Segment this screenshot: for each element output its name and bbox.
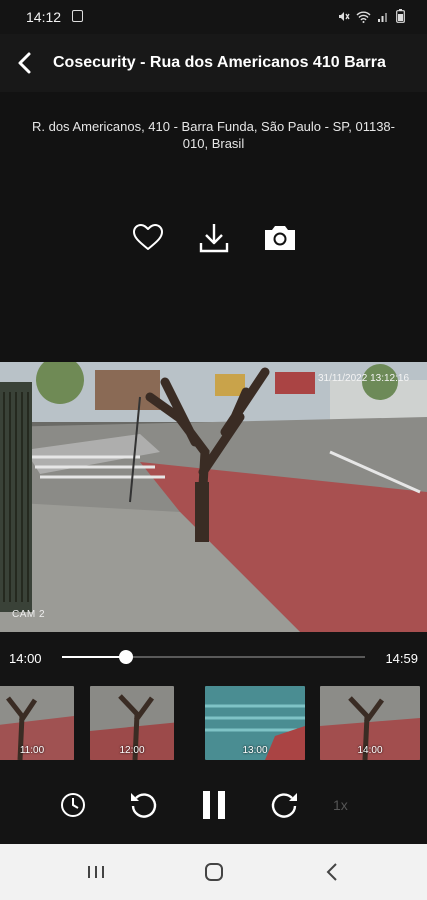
download-icon[interactable] [196, 220, 232, 256]
wifi-icon [356, 10, 371, 23]
video-player[interactable]: 31/11/2022 13:12:16 CAM 2 [0, 362, 427, 632]
status-icons [337, 9, 405, 23]
system-nav-bar [0, 844, 427, 900]
pause-icon[interactable] [197, 788, 231, 822]
page-title: Cosecurity - Rua dos Americanos 410 Barr… [53, 54, 386, 71]
mute-icon [337, 10, 350, 23]
timeline-start: 14:00 [9, 651, 42, 666]
camera-address: R. dos Americanos, 410 - Barra Funda, Sã… [31, 119, 395, 151]
back-icon[interactable] [320, 859, 346, 885]
seek-bar[interactable] [62, 650, 365, 664]
camera-actions [0, 220, 427, 256]
camera-icon[interactable] [262, 220, 298, 256]
video-frame [0, 362, 427, 632]
status-time: 14:12 [26, 9, 62, 25]
heart-icon[interactable] [130, 220, 166, 256]
recents-icon[interactable] [83, 859, 109, 885]
seek-bar-handle[interactable] [118, 650, 133, 664]
forward-icon[interactable] [268, 788, 302, 822]
battery-icon [396, 9, 405, 23]
timeline-end: 14:59 [385, 651, 418, 666]
thumbnail-label: 11:00 [19, 745, 45, 756]
thumbnail-13h[interactable]: 13:00 [205, 686, 305, 760]
status-bar: 14:12 [0, 0, 427, 34]
thumbnail-14h[interactable]: 14:00 [320, 686, 420, 760]
timeline: 14:00 14:59 [0, 632, 427, 684]
thumbnail-strip: 11:00 12:00 13:00 14:00 [0, 684, 427, 764]
clock-icon[interactable] [56, 788, 90, 822]
camera-timestamp: 31/11/2022 13:12:16 [318, 373, 410, 384]
home-icon[interactable] [201, 859, 227, 885]
speed-button[interactable]: 1x [333, 797, 348, 813]
camera-label: CAM 2 [12, 609, 46, 620]
app-bar: Cosecurity - Rua dos Americanos 410 Barr… [0, 34, 427, 92]
rewind-icon[interactable] [126, 788, 160, 822]
thumbnail-12h[interactable]: 12:00 [90, 686, 174, 760]
thumbnail-label: 14:00 [357, 745, 383, 756]
back-arrow-icon[interactable] [10, 48, 40, 78]
camera-info: R. dos Americanos, 410 - Barra Funda, Sã… [0, 92, 427, 362]
seek-bar-progress [62, 656, 126, 658]
playback-controls: 1x [0, 764, 427, 844]
thumbnail-label: 12:00 [119, 745, 145, 756]
thumbnail-11h[interactable]: 11:00 [0, 686, 74, 760]
notification-icon [72, 10, 83, 22]
thumbnail-label: 13:00 [242, 745, 268, 756]
signal-icon [377, 10, 390, 23]
